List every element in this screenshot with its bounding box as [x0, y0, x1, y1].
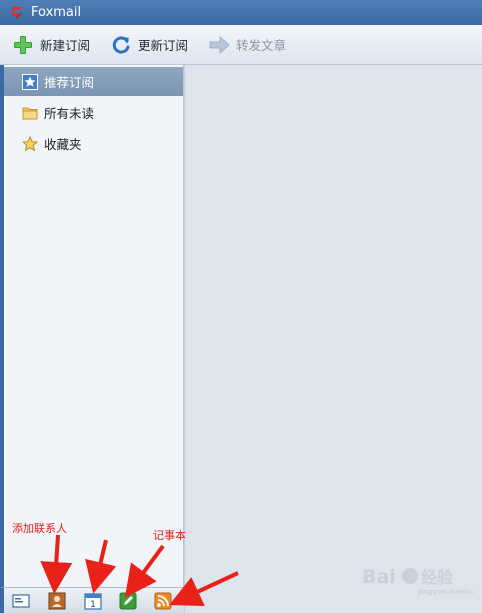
sidebar-item-recommended[interactable]: 推荐订阅 — [4, 67, 183, 96]
sidebar-item-label: 收藏夹 — [44, 137, 82, 152]
star-icon — [22, 135, 38, 151]
sidebar-item-all-unread[interactable]: 所有未读 — [4, 98, 183, 127]
watermark-site: jingyan.baidu.com — [417, 588, 475, 596]
sidebar-item-label: 推荐订阅 — [44, 75, 95, 90]
refresh-subscription-label: 更新订阅 — [138, 38, 189, 53]
notepad-icon[interactable] — [119, 592, 137, 610]
calendar-icon[interactable]: 1 — [84, 592, 102, 610]
baidu-watermark: Bai 经验 jingyan.baidu.com — [362, 566, 475, 596]
foxmail-logo-icon — [12, 6, 22, 19]
refresh-subscription-button[interactable]: 更新订阅 — [110, 30, 188, 60]
rss-icon[interactable] — [154, 592, 172, 610]
forward-arrow-icon — [209, 35, 230, 54]
forward-article-button[interactable]: 转发文章 — [208, 30, 286, 60]
content-pane — [184, 65, 482, 613]
sidebar-item-label: 所有未读 — [44, 106, 95, 121]
toolbar: 新建订阅 更新订阅 转发文章 — [0, 25, 482, 65]
star-badge-icon — [22, 73, 38, 90]
plus-icon — [14, 35, 32, 54]
new-subscription-label: 新建订阅 — [40, 38, 91, 53]
annotation-notepad: 记事本 — [153, 529, 186, 542]
watermark-brand: Bai — [362, 566, 396, 588]
calendar-day-text: 1 — [90, 600, 96, 610]
forward-article-label: 转发文章 — [236, 38, 287, 53]
sidebar: 推荐订阅 所有未读 收藏夹 — [0, 65, 184, 587]
annotation-add-contact: 添加联系人 — [12, 522, 67, 535]
bottom-toolbar: 1 — [0, 587, 184, 613]
mail-icon[interactable] — [12, 592, 30, 610]
contacts-icon[interactable] — [48, 592, 66, 610]
new-subscription-button[interactable]: 新建订阅 — [12, 30, 90, 60]
watermark-brand2: 经验 — [421, 568, 454, 587]
window-title: Foxmail — [31, 5, 82, 20]
folder-icon — [22, 107, 38, 119]
refresh-icon — [112, 36, 130, 54]
sidebar-item-favorites[interactable]: 收藏夹 — [4, 129, 183, 158]
paw-icon — [402, 568, 418, 584]
title-bar: Foxmail — [0, 0, 482, 25]
